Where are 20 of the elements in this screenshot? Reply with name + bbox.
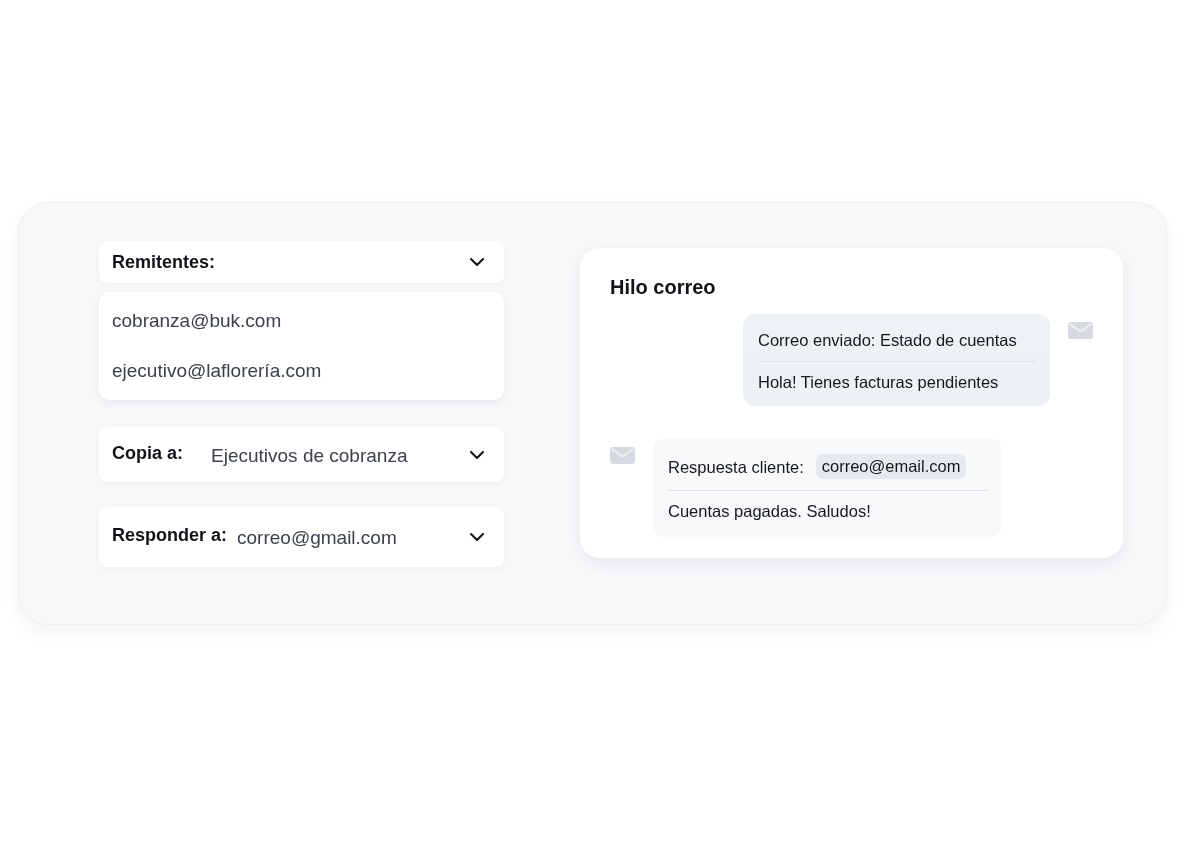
reply-to-dropdown[interactable]: Responder a: correo@gmail.com	[99, 507, 504, 567]
message-body: Cuentas pagadas. Saludos!	[668, 501, 871, 521]
dropdown-value: correo@gmail.com	[237, 527, 398, 549]
message-body: Hola! Tienes facturas pendientes	[758, 372, 999, 392]
chevron-down-icon	[470, 533, 484, 541]
envelope-icon	[1068, 322, 1093, 339]
envelope-icon	[610, 447, 635, 464]
message-subject: Correo enviado: Estado de cuentas	[758, 330, 1017, 350]
field-label: Copia a:	[112, 442, 183, 464]
message-sender-label: Respuesta cliente:	[668, 456, 804, 477]
panel-title: Hilo correo	[610, 275, 716, 299]
sender-option[interactable]: cobranza@buk.com	[112, 309, 282, 333]
field-label: Responder a:	[112, 525, 228, 546]
dropdown-value: Ejecutivos de cobranza	[211, 444, 409, 467]
senders-dropdown[interactable]: Remitentes:	[99, 241, 504, 283]
copy-to-dropdown[interactable]: Copia a: Ejecutivos de cobranza	[99, 427, 504, 482]
chevron-down-icon	[470, 258, 484, 266]
sender-option[interactable]: ejecutivo@laflorería.com	[112, 359, 322, 383]
email-chip: correo@email.com	[815, 454, 967, 479]
chevron-down-icon	[470, 450, 484, 459]
